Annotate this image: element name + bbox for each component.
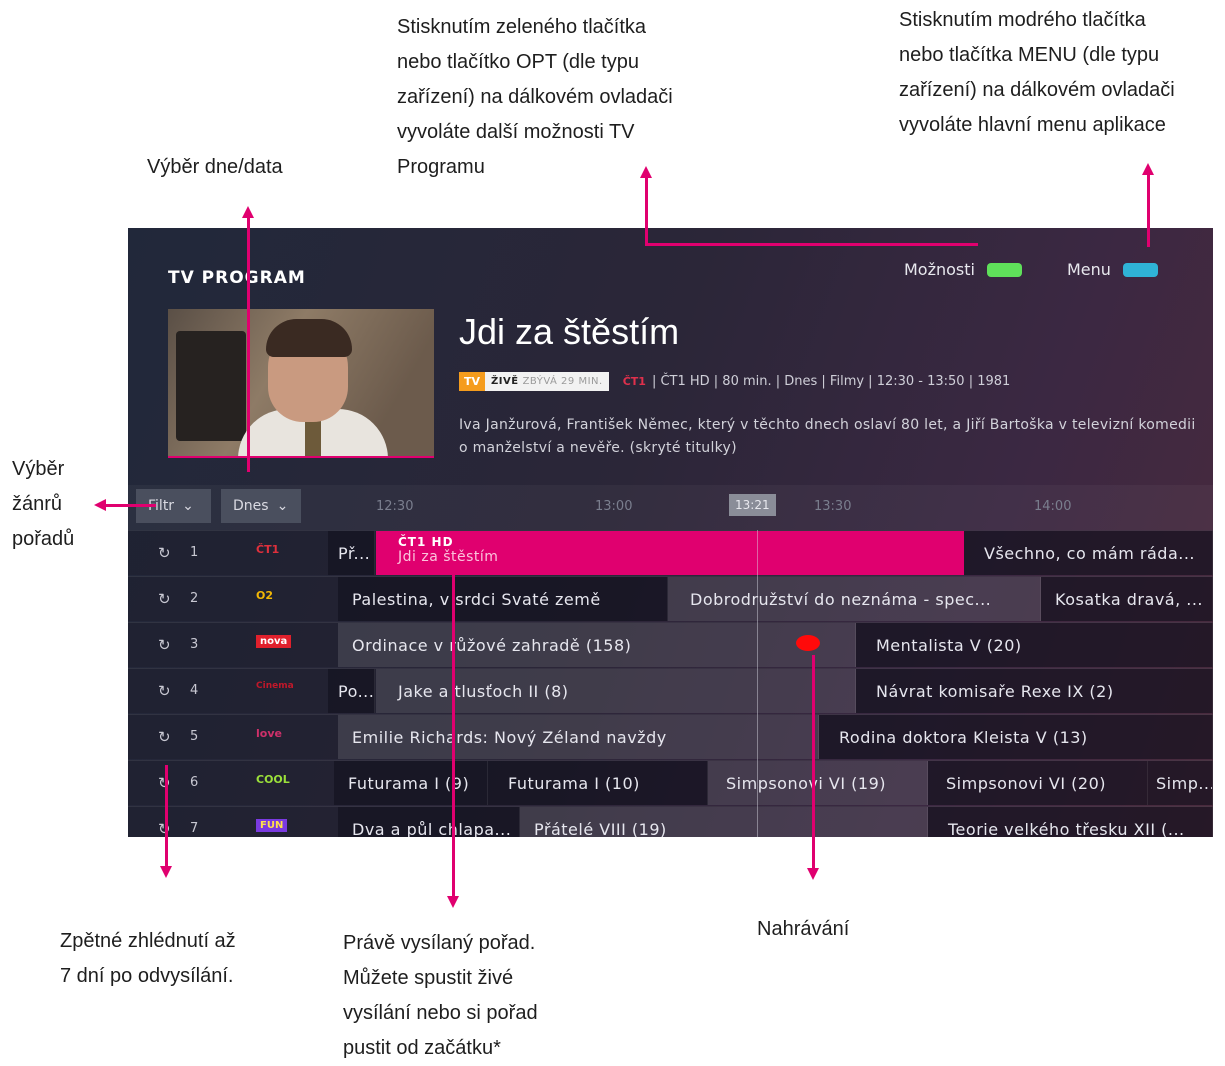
arrow-line [247, 216, 250, 472]
replay-icon[interactable]: ↻ [158, 682, 171, 700]
annotation-replay: Zpětné zhlédnutí až 7 dní po odvysílání. [60, 930, 236, 987]
day-select-button[interactable]: Dnes ⌄ [221, 489, 301, 523]
program-meta-text: | ČT1 HD | 80 min. | Dnes | Filmy | 12:3… [651, 374, 1011, 389]
program-cell[interactable]: Simp... [1148, 761, 1213, 805]
annotation-date-select: Výběr dne/data [147, 156, 283, 178]
green-button-icon [986, 262, 1022, 277]
current-time-line [757, 530, 758, 837]
time-tick: 12:30 [376, 499, 414, 514]
channel-number: 2 [190, 591, 199, 606]
current-time-badge: 13:21 [729, 494, 776, 516]
live-badge: ŽIVĚ ZBÝVÁ 29 MIN. [485, 372, 609, 391]
annotation-current-program: Právě vysílaný pořad. Můžete spustit živ… [343, 932, 538, 1059]
program-cell[interactable]: Emilie Richards: Nový Zéland navždy [338, 715, 819, 759]
arrow-line [812, 655, 815, 870]
recording-icon[interactable] [796, 635, 820, 651]
tv-badge: TV [459, 372, 486, 391]
annotation-menu: Stisknutím modrého tlačítka nebo tlačítk… [899, 9, 1175, 136]
arrow-line [645, 176, 648, 244]
arrow-line [452, 574, 455, 898]
channel-logo: COOL [256, 773, 290, 786]
program-cell[interactable]: Palestina, v srdci Svaté země [338, 577, 668, 621]
program-cell[interactable]: Simpsonovi VI (20) [928, 761, 1148, 805]
program-cell[interactable]: Futurama I (10) [488, 761, 708, 805]
timeline-bar: Filtr ⌄ Dnes ⌄ 12:30 13:00 13:21 13:30 14:… [128, 485, 1213, 530]
replay-icon[interactable]: ↻ [158, 636, 171, 654]
channel-number: 6 [190, 775, 199, 790]
program-cell[interactable]: Kosatka dravá, ... [1041, 577, 1213, 621]
channel-logo: love [256, 727, 282, 740]
program-cell[interactable]: Dva a půl chlapa... [338, 807, 520, 837]
program-title: Jdi za štěstím [459, 311, 680, 352]
channel-row-5: ↻ 5 love Emilie Richards: Nový Zéland na… [128, 714, 1213, 759]
chevron-down-icon: ⌄ [182, 498, 194, 514]
arrow-head [807, 868, 819, 880]
program-cell[interactable]: Po... [328, 669, 375, 713]
channel-logo: FUN [256, 819, 288, 832]
arrow-head [447, 896, 459, 908]
arrow-line [104, 504, 156, 507]
channel-number: 7 [190, 821, 199, 836]
channel-logo: ČT1 [256, 543, 280, 556]
channel-row-2: ↻ 2 O2 Palestina, v srdci Svaté země Dob… [128, 576, 1213, 621]
channel-row-4: ↻ 4 Cinema Po... Jake a tlusťoch II (8) … [128, 668, 1213, 713]
program-cell[interactable]: Jake a tlusťoch II (8) [376, 669, 856, 713]
page-title: TV PROGRAM [168, 268, 306, 288]
arrow-line [1147, 173, 1150, 247]
chevron-down-icon: ⌄ [276, 498, 289, 514]
program-cell[interactable]: Rodina doktora Kleista V (13) [819, 715, 1213, 759]
channel-logo-icon: ČT1 [622, 375, 646, 388]
channel-row-3: ↻ 3 nova Ordinace v růžové zahradě (158)… [128, 622, 1213, 667]
replay-icon[interactable]: ↻ [158, 590, 171, 608]
progress-bar [168, 456, 434, 458]
time-tick: 13:30 [814, 499, 852, 514]
annotation-recording: Nahrávání [757, 918, 850, 940]
arrow-line [165, 765, 168, 868]
replay-icon[interactable]: ↻ [158, 728, 171, 746]
channel-row-6: ↻ 6 COOL Futurama I (9) Futurama I (10) … [128, 760, 1213, 805]
tv-program-screen: TV PROGRAM Možnosti Menu Jdi za štěstím … [128, 228, 1213, 837]
channel-logo: nova [256, 635, 292, 648]
arrow-head [160, 866, 172, 878]
channel-logo: O2 [256, 589, 274, 602]
channel-logo: Cinema [256, 681, 294, 691]
program-cell[interactable]: Teorie velkého třesku XII (... [928, 807, 1213, 837]
program-cell[interactable]: Futurama I (9) [334, 761, 488, 805]
channel-row-7: ↻ 7 FUN Dva a půl chlapa... Přátelé VIII… [128, 806, 1213, 837]
program-cell[interactable]: Př... [328, 531, 375, 575]
channel-number: 3 [190, 637, 199, 652]
menu-label: Menu [1067, 260, 1111, 279]
annotation-options: Stisknutím zeleného tlačítka nebo tlačít… [397, 16, 673, 178]
options-button[interactable]: Možnosti [904, 260, 1022, 279]
program-cell[interactable]: Ordinace v růžové zahradě (158) [338, 623, 856, 667]
blue-button-icon [1122, 262, 1158, 277]
program-cell[interactable]: Všechno, co mám ráda... [964, 531, 1213, 575]
program-cell[interactable]: Mentalista V (20) [856, 623, 1213, 667]
menu-button[interactable]: Menu [1067, 260, 1158, 279]
replay-icon[interactable]: ↻ [158, 544, 171, 562]
program-thumbnail[interactable] [168, 309, 434, 457]
channel-number: 4 [190, 683, 199, 698]
program-cell[interactable]: Návrat komisaře Rexe IX (2) [856, 669, 1213, 713]
arrow-line [645, 243, 978, 246]
options-label: Možnosti [904, 260, 975, 279]
channel-row-1: ↻ 1 ČT1 Př... ČT1 HD Jdi za štěstím Všec… [128, 530, 1213, 575]
program-cell[interactable]: Simpsonovi VI (19) [708, 761, 928, 805]
current-program-cell[interactable]: ČT1 HD Jdi za štěstím [376, 531, 964, 575]
channel-number: 5 [190, 729, 199, 744]
program-description: Iva Janžurová, František Němec, který v … [459, 417, 1196, 456]
program-cell[interactable]: Dobrodružství do neznáma - spec... [668, 577, 1041, 621]
program-meta: TV ŽIVĚ ZBÝVÁ 29 MIN. ČT1 | ČT1 HD | 80 … [459, 372, 1010, 391]
time-tick: 14:00 [1034, 499, 1072, 514]
annotation-genre: Výběr žánrů pořadů [12, 458, 75, 550]
channel-number: 1 [190, 545, 199, 560]
program-cell[interactable]: Přátelé VIII (19) [520, 807, 928, 837]
time-tick: 13:00 [595, 499, 633, 514]
